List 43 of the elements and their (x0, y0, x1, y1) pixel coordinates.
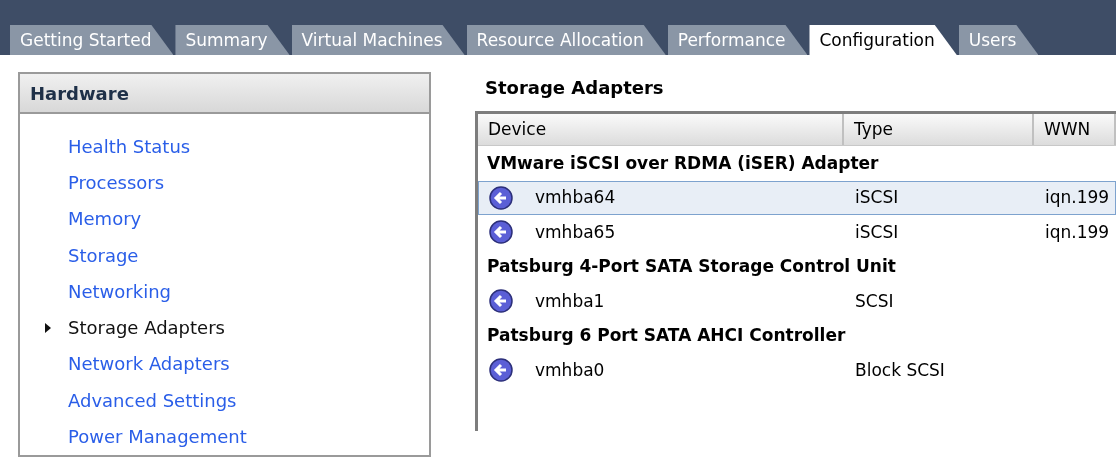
adapter-icon (489, 358, 513, 383)
tab[interactable]: Performance (667, 25, 808, 55)
sidebar-link[interactable]: Power Management (68, 423, 247, 450)
sidebar-link[interactable]: Storage Adapters (68, 314, 225, 342)
tab[interactable]: Summary (175, 25, 290, 55)
table-cell-text: vmhba64 (535, 186, 616, 209)
panel-header: Hardware (20, 74, 429, 114)
sidebar-link[interactable]: Advanced Settings (68, 386, 237, 414)
tab[interactable]: Users (958, 25, 1039, 55)
sidebar-link[interactable]: Networking (68, 277, 171, 305)
tab[interactable]: Configuration (809, 25, 957, 55)
table-cell-text: vmhba0 (535, 358, 605, 382)
adapter-icon (489, 220, 513, 245)
column-header[interactable]: WWN (1034, 114, 1116, 145)
sidebar-link[interactable]: Memory (68, 205, 142, 233)
sidebar-link[interactable]: Storage (68, 241, 139, 269)
column-header[interactable]: Device (478, 114, 844, 145)
caret-icon (45, 322, 51, 333)
table-row[interactable]: vmhba1 SCSI (478, 284, 1116, 319)
tab[interactable]: Getting Started (10, 25, 174, 55)
sidebar-link[interactable]: Health Status (68, 132, 191, 160)
table-cell: iSCSI (855, 187, 899, 207)
adapter-icon (489, 185, 513, 210)
table-row[interactable]: vmhba0 Block SCSI (478, 353, 1116, 388)
sidebar-link[interactable]: Processors (68, 168, 165, 196)
group-label: VMware iSCSI over RDMA (iSER) Adapter (486, 151, 879, 175)
column-header[interactable]: Type (844, 114, 1034, 145)
tab[interactable]: Resource Allocation (466, 25, 666, 55)
table-row[interactable]: vmhba64 iSCSI iqn.199 (478, 180, 1116, 215)
table-cell: iqn.199 (1045, 221, 1110, 242)
table-cell: iSCSI (855, 221, 899, 242)
table-cell-text: vmhba1 (535, 289, 605, 313)
adapter-icon (489, 289, 513, 314)
table-cell: SCSI (855, 290, 894, 311)
table-cell-text: vmhba65 (535, 220, 616, 244)
table-row[interactable]: vmhba65 iSCSI iqn.199 (478, 215, 1116, 250)
table-cell: Block SCSI (855, 359, 945, 380)
section-title: Storage Adapters (484, 76, 665, 100)
group-label: Patsburg 6 Port SATA AHCI Controller (486, 324, 846, 347)
tab[interactable]: Virtual Machines (291, 25, 465, 55)
table-cell: iqn.199 (1045, 187, 1110, 207)
group-label: Patsburg 4-Port SATA Storage Control Unit (486, 255, 896, 278)
sidebar-link[interactable]: Network Adapters (68, 350, 230, 378)
